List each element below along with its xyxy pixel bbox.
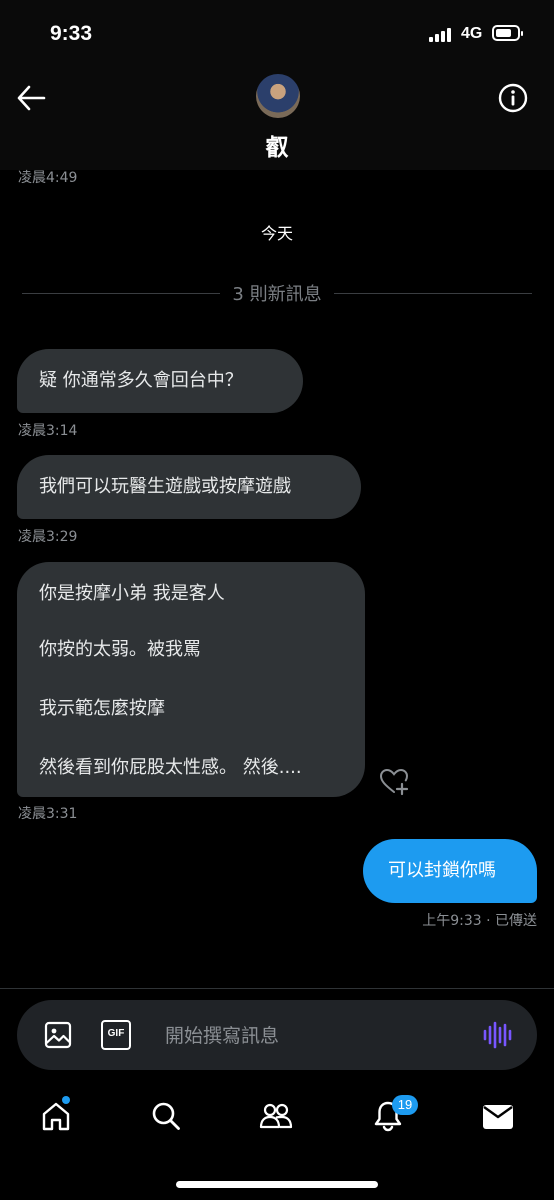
home-unread-dot (62, 1096, 70, 1104)
signal-icon (429, 27, 451, 42)
network-label: 4G (461, 25, 483, 42)
back-arrow-icon[interactable] (16, 84, 46, 112)
composer-divider (0, 988, 554, 989)
incoming-message-bubble[interactable]: 疑 你通常多久會回台中？ (17, 349, 303, 413)
new-messages-label: 3 則新訊息 (0, 280, 554, 306)
notifications-badge: 19 (392, 1095, 418, 1115)
incoming-message-bubble[interactable]: 你是按摩小弟 我是客人 你按的太弱。被我罵 我示範怎麼按摩 然後看到你屁股太性感… (17, 562, 365, 797)
status-time: 9:33 (50, 22, 93, 45)
message-text: 我示範怎麼按摩 (39, 698, 165, 719)
voice-message-icon[interactable] (481, 1019, 513, 1051)
message-text: 然後看到你屁股太性感。 然後.... (39, 757, 302, 778)
info-icon[interactable] (498, 83, 528, 113)
message-timestamp: 凌晨3:29 (18, 529, 78, 545)
incoming-message-bubble[interactable]: 我們可以玩醫生遊戲或按摩遊戲 (17, 455, 361, 519)
message-text: 疑 你通常多久會回台中？ (39, 370, 243, 391)
home-indicator (176, 1181, 378, 1188)
outgoing-message-bubble[interactable]: 可以封鎖你嗎 (363, 839, 537, 903)
image-icon[interactable] (43, 1020, 73, 1050)
messages-envelope-icon[interactable] (482, 1103, 514, 1131)
search-icon[interactable] (150, 1100, 182, 1132)
message-text: 你按的太弱。被我罵 (39, 639, 201, 660)
contact-name[interactable]: 叡 (0, 128, 554, 162)
message-text: 可以封鎖你嗎 (388, 860, 496, 881)
battery-icon (492, 25, 523, 41)
gif-icon[interactable]: GIF (101, 1020, 131, 1050)
message-timestamp: 凌晨3:14 (18, 423, 78, 439)
add-reaction-heart-icon[interactable] (379, 767, 409, 797)
date-separator: 今天 (260, 224, 293, 243)
message-timestamp: 凌晨3:31 (18, 806, 78, 822)
gif-label: GIF (107, 1028, 125, 1039)
contact-avatar[interactable] (256, 74, 300, 118)
communities-icon[interactable] (258, 1100, 294, 1132)
message-text: 我們可以玩醫生遊戲或按摩遊戲 (39, 476, 291, 497)
home-icon[interactable] (40, 1100, 72, 1132)
message-status: 上午9:33 · 已傳送 (422, 913, 537, 929)
message-timestamp: 凌晨4:49 (18, 170, 78, 186)
message-text: 你是按摩小弟 我是客人 (39, 583, 225, 604)
message-input[interactable] (163, 1020, 467, 1052)
